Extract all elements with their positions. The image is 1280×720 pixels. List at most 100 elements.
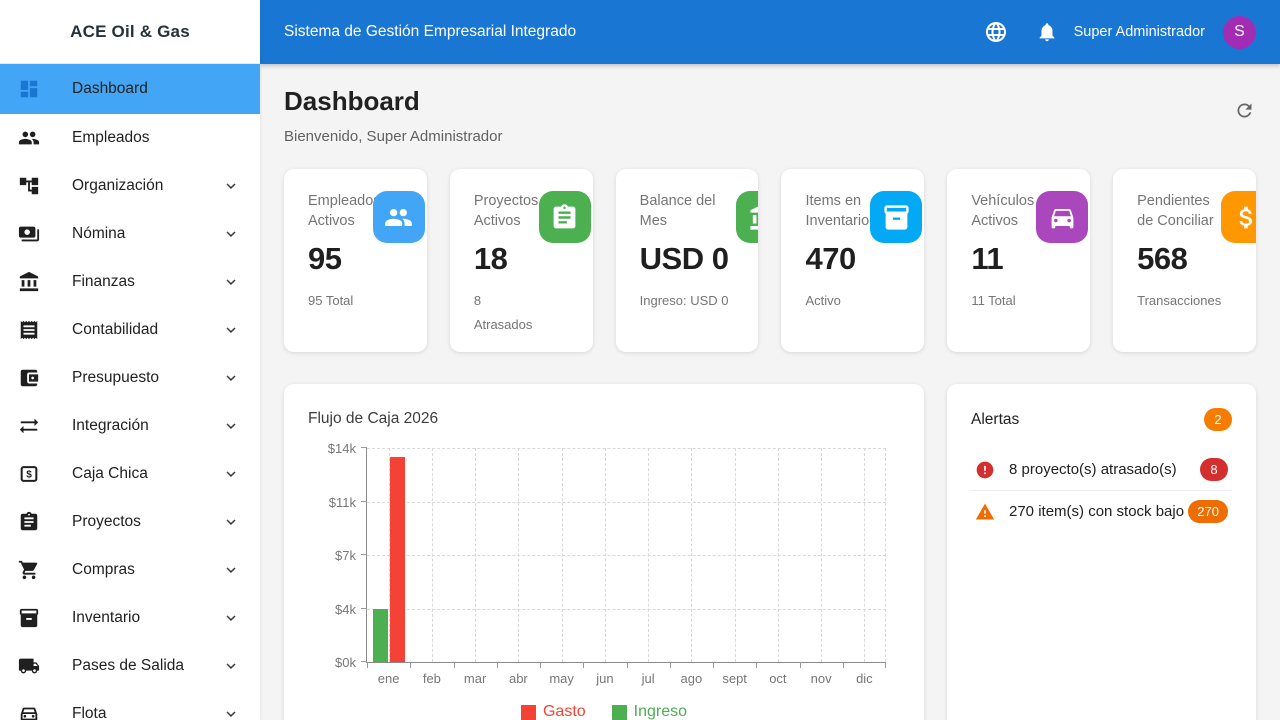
chevron-down-icon (222, 561, 240, 579)
y-axis-tick (361, 554, 367, 555)
y-axis-tick-label: $4k (335, 602, 356, 617)
inventory-icon (18, 607, 40, 629)
alert-badge: 8 (1200, 458, 1228, 481)
x-axis-tick-label: sept (722, 671, 747, 686)
chart-legend: Gasto Ingreso (308, 703, 900, 720)
sidebar-item-label: Presupuesto (72, 369, 222, 387)
stat-card-vehiculos: Vehículos Activos 11 11 Total (947, 169, 1090, 352)
stat-card-proyectos: Proyectos Activos 18 8 Atrasados (450, 169, 593, 352)
y-axis-tick-label: $14k (328, 441, 356, 456)
bar-gasto (390, 457, 405, 662)
bell-icon[interactable] (1036, 21, 1058, 43)
legend-label: Ingreso (634, 703, 687, 720)
chevron-down-icon (222, 513, 240, 531)
refresh-icon[interactable] (1232, 100, 1256, 124)
cash-box-icon: $ (18, 463, 40, 485)
page-head: Dashboard Bienvenido, Super Administrado… (284, 86, 1256, 145)
chart-gridline (605, 448, 606, 662)
bar-chart: $0k$4k$7k$11k$14kenefebmarabrmayjunjulag… (366, 448, 886, 663)
x-axis-tick-label: ene (378, 671, 400, 686)
chevron-down-icon (222, 465, 240, 483)
chart-title: Flujo de Caja 2026 (308, 410, 900, 428)
stat-value: 11 (971, 241, 1080, 277)
warning-icon (975, 502, 995, 522)
alert-text: 270 item(s) con stock bajo (1009, 503, 1188, 520)
people-icon (18, 127, 40, 149)
brand-title: ACE Oil & Gas (0, 0, 260, 64)
chevron-down-icon (222, 657, 240, 675)
legend-item-ingreso[interactable]: Ingreso (612, 703, 687, 720)
stat-sub: Ingreso: USD 0 (640, 289, 749, 313)
y-axis-tick (361, 501, 367, 502)
sidebar-item-contabilidad[interactable]: Contabilidad (0, 306, 260, 354)
chart-gridline (432, 448, 433, 662)
inventory-icon (870, 191, 922, 243)
x-axis-tick-label: ago (681, 671, 703, 686)
bottom-row: Flujo de Caja 2026 $0k$4k$7k$11k$14kenef… (284, 384, 1256, 720)
sidebar-item-flota[interactable]: Flota (0, 690, 260, 720)
stat-value: 18 (474, 241, 583, 277)
sidebar-item-dashboard[interactable]: Dashboard (0, 64, 260, 114)
page-subtitle: Bienvenido, Super Administrador (284, 128, 502, 145)
alert-row-proyectos[interactable]: 8 proyecto(s) atrasado(s) 8 (971, 449, 1232, 491)
x-axis-tick-label: nov (811, 671, 832, 686)
svg-text:$: $ (26, 470, 32, 481)
x-axis-tick-label: dic (856, 671, 873, 686)
chevron-down-icon (222, 609, 240, 627)
x-axis-tick (497, 662, 498, 668)
sidebar-item-label: Caja Chica (72, 465, 222, 483)
stat-card-conciliar: Pendientes de Conciliar 568 Transaccione… (1113, 169, 1256, 352)
chart-gridline (367, 448, 886, 449)
stat-value: 470 (805, 241, 914, 277)
chevron-down-icon (222, 321, 240, 339)
sidebar-item-label: Compras (72, 561, 222, 579)
sidebar-item-organizacion[interactable]: Organización (0, 162, 260, 210)
sidebar-item-presupuesto[interactable]: Presupuesto (0, 354, 260, 402)
sidebar-item-finanzas[interactable]: Finanzas (0, 258, 260, 306)
x-axis-tick (756, 662, 757, 668)
x-axis-tick (540, 662, 541, 668)
sidebar-item-proyectos[interactable]: Proyectos (0, 498, 260, 546)
x-axis-tick (410, 662, 411, 668)
payments-icon (18, 223, 40, 245)
sidebar-item-caja-chica[interactable]: $ Caja Chica (0, 450, 260, 498)
alert-text: 8 proyecto(s) atrasado(s) (1009, 461, 1200, 478)
globe-icon[interactable] (984, 20, 1008, 44)
chart-gridline (778, 448, 779, 662)
dashboard-icon (18, 78, 40, 100)
sidebar-item-compras[interactable]: Compras (0, 546, 260, 594)
avatar[interactable]: S (1223, 16, 1256, 49)
y-axis-tick (361, 447, 367, 448)
error-icon (975, 460, 995, 480)
sidebar-item-label: Organización (72, 177, 222, 195)
stat-sub: 11 Total (971, 289, 1080, 313)
chart-gridline (864, 448, 865, 662)
sidebar-item-label: Nómina (72, 225, 222, 243)
alert-badge: 270 (1188, 500, 1228, 523)
alerts-count-badge: 2 (1204, 408, 1232, 431)
sidebar-item-inventario[interactable]: Inventario (0, 594, 260, 642)
sidebar-item-empleados[interactable]: Empleados (0, 114, 260, 162)
sidebar-item-integracion[interactable]: Integración (0, 402, 260, 450)
sidebar-nav: Dashboard Empleados Organización Nómina … (0, 64, 260, 720)
content: Dashboard Bienvenido, Super Administrado… (260, 64, 1280, 720)
alert-row-stock[interactable]: 270 item(s) con stock bajo 270 (971, 491, 1232, 532)
x-axis-tick-label: abr (509, 671, 528, 686)
chart-gridline (518, 448, 519, 662)
x-axis-tick (627, 662, 628, 668)
chevron-down-icon (222, 225, 240, 243)
x-axis-tick-label: jul (642, 671, 655, 686)
legend-swatch (612, 705, 627, 720)
sidebar-item-label: Contabilidad (72, 321, 222, 339)
alerts-card: Alertas 2 8 proyecto(s) atrasado(s) 8 27… (947, 384, 1256, 720)
legend-item-gasto[interactable]: Gasto (521, 703, 586, 720)
sidebar-item-label: Flota (72, 705, 222, 720)
wallet-icon (18, 367, 40, 389)
x-axis-tick-label: oct (769, 671, 786, 686)
y-axis-tick-label: $0k (335, 655, 356, 670)
sidebar-item-nomina[interactable]: Nómina (0, 210, 260, 258)
sidebar-item-label: Pases de Salida (72, 657, 222, 675)
sidebar-item-pases-de-salida[interactable]: Pases de Salida (0, 642, 260, 690)
chevron-down-icon (222, 417, 240, 435)
cashflow-chart-card: Flujo de Caja 2026 $0k$4k$7k$11k$14kenef… (284, 384, 924, 720)
